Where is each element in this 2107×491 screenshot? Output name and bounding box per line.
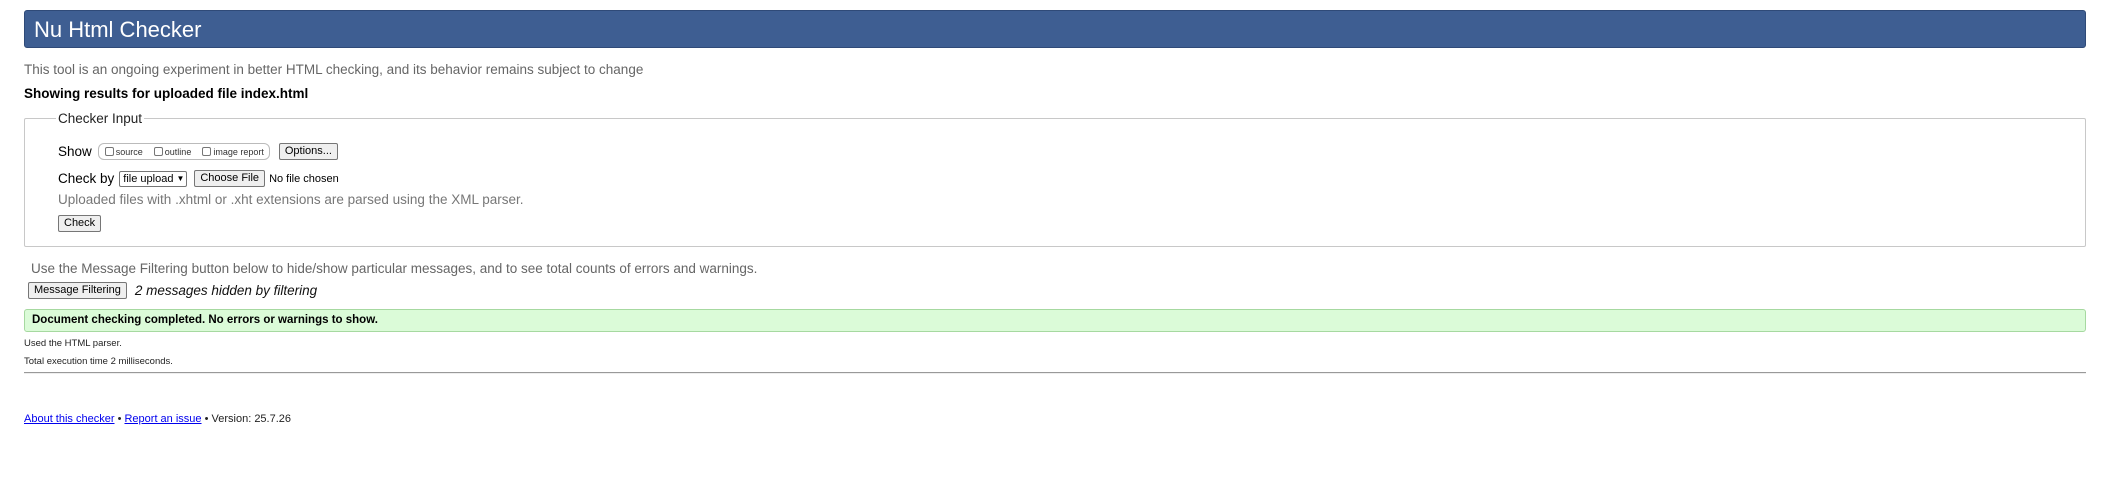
choose-file-button[interactable]: Choose File — [194, 170, 266, 187]
footer: About this checker • Report an issue • V… — [24, 413, 291, 425]
report-issue-link[interactable]: Report an issue — [124, 413, 201, 425]
image-report-checkbox-label: image report — [213, 146, 264, 157]
show-row: Show source outline image report Options… — [58, 143, 338, 160]
check-button[interactable]: Check — [58, 215, 102, 232]
success-message-box: Document checking completed. No errors o… — [24, 309, 2086, 332]
footer-separator: • — [204, 413, 209, 425]
success-message: Document checking completed. No errors o… — [32, 314, 378, 326]
checker-input-legend: Checker Input — [56, 111, 145, 126]
version-text: Version: 25.7.26 — [211, 413, 292, 425]
xml-parser-note: Uploaded files with .xhtml or .xht exten… — [58, 192, 524, 207]
outline-checkbox[interactable] — [153, 147, 163, 156]
check-by-selected-value: file upload — [123, 172, 174, 185]
check-by-select[interactable]: file upload ▼ — [119, 170, 188, 187]
parser-info: Used the HTML parser. — [24, 338, 122, 349]
source-checkbox[interactable] — [104, 147, 114, 156]
filtering-row: Message Filtering 2 messages hidden by f… — [28, 282, 317, 299]
filtering-note: Use the Message Filtering button below t… — [31, 261, 758, 276]
check-by-label: Check by — [58, 171, 115, 186]
source-checkbox-label: source — [115, 146, 143, 157]
image-report-checkbox[interactable] — [202, 147, 212, 156]
options-button[interactable]: Options... — [278, 143, 338, 160]
no-file-text: No file chosen — [269, 172, 339, 185]
page-title: Nu Html Checker — [34, 17, 202, 42]
intro-text: This tool is an ongoing experiment in be… — [24, 62, 644, 77]
about-checker-link[interactable]: About this checker — [24, 413, 115, 425]
divider — [24, 372, 2086, 374]
outline-checkbox-label: outline — [164, 146, 192, 157]
message-filtering-button[interactable]: Message Filtering — [28, 282, 127, 299]
results-heading: Showing results for uploaded file index.… — [24, 86, 309, 101]
show-label: Show — [58, 144, 92, 159]
footer-separator: • — [117, 413, 122, 425]
show-options-group: source outline image report — [97, 143, 270, 160]
page-header: Nu Html Checker — [24, 10, 2086, 48]
execution-time: Total execution time 2 milliseconds. — [24, 356, 173, 367]
hidden-messages-count: 2 messages hidden by filtering — [134, 283, 318, 298]
chevron-down-icon: ▼ — [176, 174, 185, 183]
check-by-row: Check by file upload ▼ Choose File No fi… — [58, 170, 339, 187]
